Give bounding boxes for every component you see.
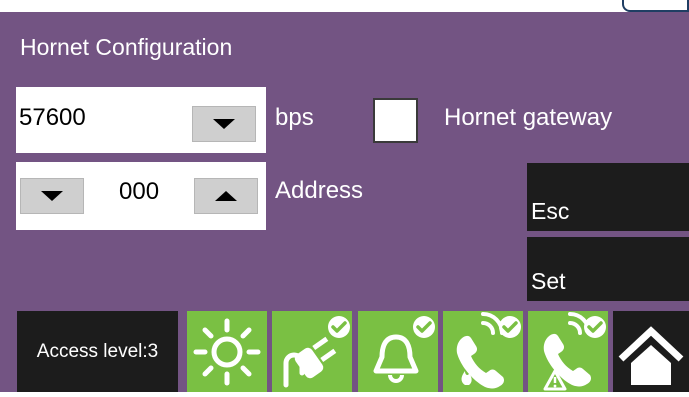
power-plug-check-icon bbox=[283, 316, 350, 388]
address-label: Address bbox=[275, 177, 364, 204]
phone-warning-check-icon bbox=[543, 312, 606, 391]
set-button-label: Set bbox=[531, 268, 566, 294]
home-button[interactable] bbox=[613, 311, 689, 392]
hornet-gateway-checkbox[interactable] bbox=[373, 98, 418, 143]
phone-fire-check-icon bbox=[456, 312, 521, 389]
baud-rate-value: 57600 bbox=[19, 104, 86, 131]
status-tile-alarm[interactable] bbox=[358, 311, 438, 392]
page-title: Hornet Configuration bbox=[20, 34, 233, 60]
set-button[interactable]: Set bbox=[527, 237, 689, 301]
arrow-up-icon bbox=[215, 191, 237, 201]
address-increment-button[interactable] bbox=[194, 178, 258, 214]
hornet-gateway-label: Hornet gateway bbox=[444, 104, 613, 131]
address-decrement-button[interactable] bbox=[20, 178, 84, 214]
access-level-indicator: Access level:3 bbox=[17, 311, 178, 392]
sun-icon bbox=[193, 318, 261, 386]
status-tile-fire-call[interactable] bbox=[443, 311, 523, 392]
chevron-down-icon bbox=[213, 119, 235, 129]
window-corner-tab bbox=[622, 0, 689, 12]
status-tile-power[interactable] bbox=[272, 311, 352, 392]
status-tile-daylight[interactable] bbox=[187, 311, 267, 392]
home-icon bbox=[618, 326, 684, 385]
baud-rate-dropdown-button[interactable] bbox=[192, 106, 256, 142]
status-tile-fault-call[interactable] bbox=[528, 311, 608, 392]
arrow-down-icon bbox=[41, 191, 63, 201]
address-value: 000 bbox=[119, 178, 160, 205]
baud-unit-label: bps bbox=[275, 104, 314, 131]
bell-check-icon bbox=[373, 316, 435, 383]
esc-button-label: Esc bbox=[531, 198, 570, 224]
esc-button[interactable]: Esc bbox=[527, 163, 689, 231]
